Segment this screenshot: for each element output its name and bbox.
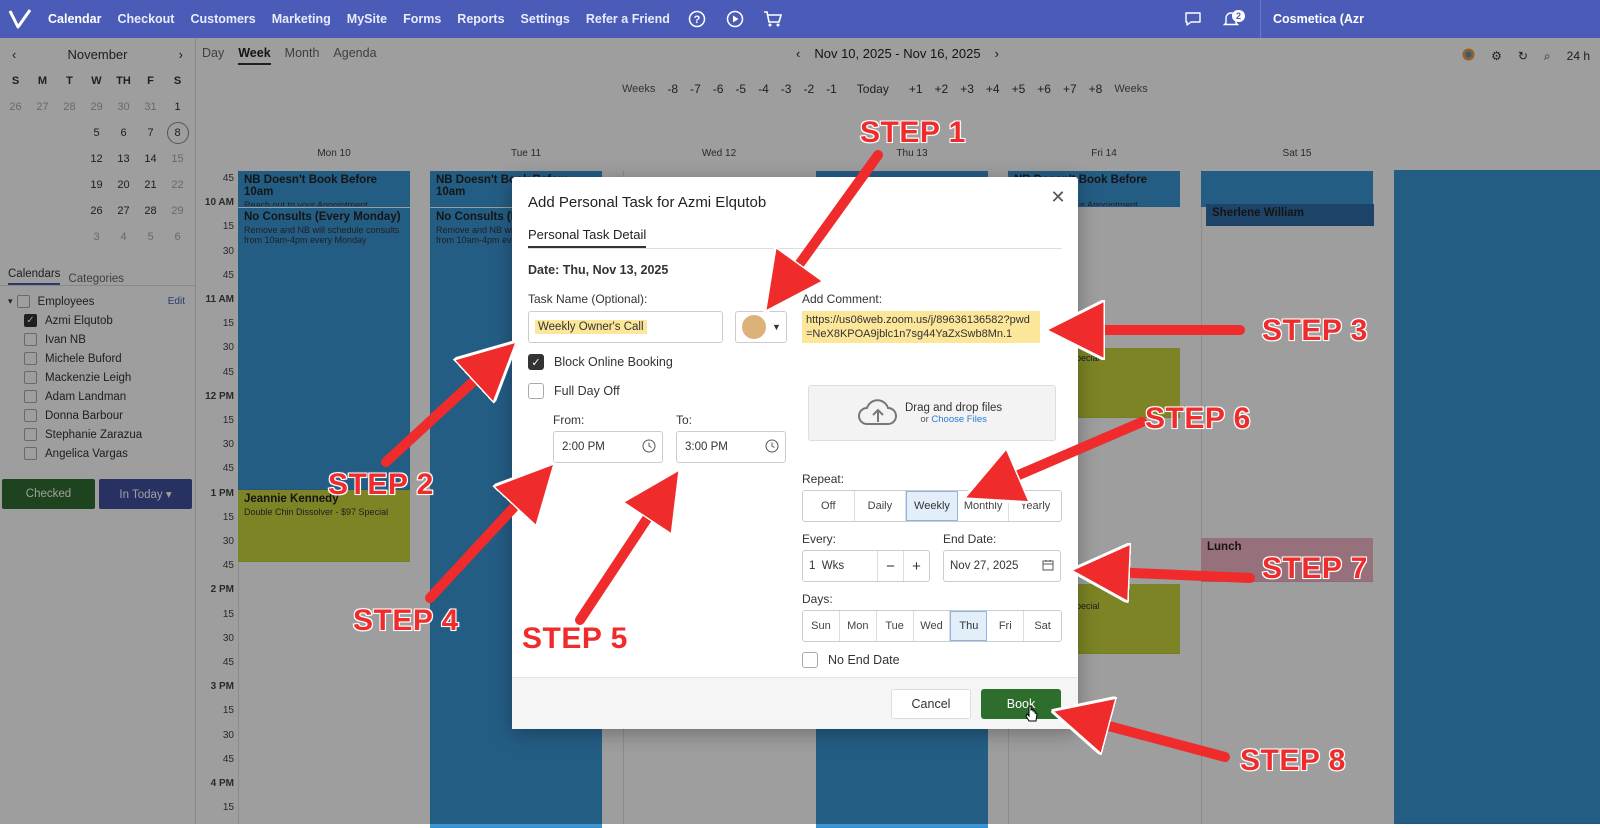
block-online-booking-checkbox[interactable]: ✓ [528,354,544,370]
no-end-date-row[interactable]: No End Date [802,652,900,668]
vagaro-logo-icon[interactable] [0,0,40,38]
nav-refer-a-friend[interactable]: Refer a Friend [586,12,670,26]
days-segmented-control: Sun Mon Tue Wed Thu Fri Sat [802,610,1062,642]
cloud-upload-icon [857,398,899,431]
full-day-off-label: Full Day Off [554,384,620,398]
repeat-option-yearly[interactable]: Yearly [1009,491,1061,521]
decrement-button[interactable]: − [877,551,903,581]
nav-forms[interactable]: Forms [403,12,441,26]
days-label: Days: [802,592,833,606]
task-date: Date: Thu, Nov 13, 2025 [528,263,669,277]
task-name-value: Weekly Owner's Call [535,320,647,334]
notification-count-badge: 2 [1232,10,1246,22]
tab-personal-task-detail[interactable]: Personal Task Detail [528,227,647,248]
end-date-value: Nov 27, 2025 [950,560,1019,572]
from-time-value: 2:00 PM [562,441,605,453]
repeat-option-monthly[interactable]: Monthly [958,491,1010,521]
modal-title: Add Personal Task for Azmi Elqutob [528,194,767,211]
step4-label: STEP 4 [352,603,459,638]
to-label: To: [676,413,693,427]
increment-button[interactable]: + [903,551,929,581]
day-option-fri[interactable]: Fri [987,611,1025,641]
dropzone-or: or [920,413,929,425]
from-time-input[interactable]: 2:00 PM [553,431,663,463]
end-date-input[interactable]: Nov 27, 2025 [943,550,1061,582]
help-icon[interactable]: ? [686,8,708,30]
choose-files-link[interactable]: Choose Files [931,414,986,425]
repeat-label: Repeat: [802,472,845,486]
clock-icon [642,439,656,456]
nav-settings[interactable]: Settings [521,12,570,26]
nav-reports[interactable]: Reports [457,12,504,26]
day-option-thu[interactable]: Thu [950,611,988,641]
block-online-booking-row[interactable]: ✓ Block Online Booking [528,354,673,370]
step1-label: STEP 1 [859,115,966,150]
no-end-date-label: No End Date [828,653,900,667]
color-swatch [742,315,766,339]
color-picker-dropdown[interactable]: ▼ [735,311,787,343]
from-label: From: [553,413,585,427]
full-day-off-row[interactable]: Full Day Off [528,383,620,399]
nav-customers[interactable]: Customers [190,12,255,26]
full-day-off-checkbox[interactable] [528,383,544,399]
file-dropzone[interactable]: Drag and drop files or Choose Files [808,385,1056,441]
block-online-booking-label: Block Online Booking [554,355,673,369]
cancel-button[interactable]: Cancel [891,689,971,719]
day-option-sat[interactable]: Sat [1024,611,1061,641]
close-icon[interactable]: ✕ [1048,187,1068,207]
step7-label: STEP 7 [1261,551,1368,586]
step2-label: STEP 2 [327,467,434,502]
account-switcher[interactable]: Cosmetica (Azr [1260,0,1600,38]
task-name-label: Task Name (Optional): [528,292,648,306]
modal-footer: Cancel Book [512,677,1078,729]
nav-mysite[interactable]: MySite [347,12,387,26]
nav-checkout[interactable]: Checkout [118,12,175,26]
svg-text:?: ? [694,14,701,26]
clock-icon [765,439,779,456]
repeat-option-off[interactable]: Off [803,491,855,521]
dropzone-text: Drag and drop files [905,401,1003,414]
no-end-date-checkbox[interactable] [802,652,818,668]
day-option-sun[interactable]: Sun [803,611,840,641]
every-stepper[interactable]: 1 Wks − + [802,550,930,582]
top-nav-bar: Calendar Checkout Customers Marketing My… [0,0,1600,38]
calendar-icon[interactable] [1042,559,1054,574]
day-option-tue[interactable]: Tue [877,611,914,641]
repeat-segmented-control: Off Daily Weekly Monthly Yearly [802,490,1062,522]
day-option-wed[interactable]: Wed [914,611,951,641]
play-video-icon[interactable] [724,8,746,30]
every-value[interactable]: 1 Wks [803,560,877,572]
chat-icon[interactable] [1182,8,1204,30]
repeat-option-weekly[interactable]: Weekly [906,491,958,521]
mouse-cursor-icon [1024,704,1040,727]
end-date-label: End Date: [943,532,997,546]
nav-marketing[interactable]: Marketing [272,12,331,26]
cart-icon[interactable] [762,8,784,30]
notification-bell-icon[interactable]: 2 [1220,8,1246,30]
to-time-value: 3:00 PM [685,441,728,453]
comment-value: https://us06web.zoom.us/j/89636136582?pw… [802,311,1040,343]
repeat-option-daily[interactable]: Daily [855,491,907,521]
comment-textarea[interactable]: https://us06web.zoom.us/j/89636136582?pw… [802,311,1056,381]
modal-tabbar: Personal Task Detail [528,227,1062,249]
every-label: Every: [802,532,837,546]
day-option-mon[interactable]: Mon [840,611,877,641]
chevron-down-icon: ▼ [772,322,781,332]
to-time-input[interactable]: 3:00 PM [676,431,786,463]
step3-label: STEP 3 [1261,313,1368,348]
task-name-input[interactable]: Weekly Owner's Call [528,311,723,343]
step8-label: STEP 8 [1239,743,1346,778]
book-button[interactable]: Book [981,689,1061,719]
nav-calendar[interactable]: Calendar [48,12,102,26]
step5-label: STEP 5 [521,621,628,656]
step6-label: STEP 6 [1144,401,1251,436]
add-comment-label: Add Comment: [802,292,883,306]
